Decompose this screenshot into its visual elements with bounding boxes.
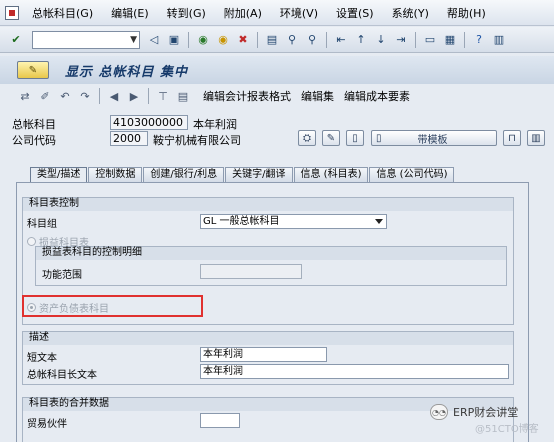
enter-icon[interactable]: ✔ [8, 32, 24, 48]
other-object-icon[interactable]: ⇄ [17, 88, 33, 104]
save-icon[interactable]: ▣ [166, 32, 182, 48]
toolbar-separator [188, 31, 189, 48]
watermark-faint-text: @51CTO博客 [475, 424, 539, 435]
document-icon[interactable]: ▤ [175, 88, 191, 104]
exit-icon[interactable]: ◉ [215, 32, 231, 48]
blank-page-icon: ▯ [352, 132, 358, 144]
toolbar-separator [326, 31, 327, 48]
find-icon[interactable]: ⚲ [284, 32, 300, 48]
sap-menu-icon[interactable] [5, 5, 19, 20]
wechat-icon: ◔◔ [430, 404, 448, 420]
back-arrow-icon[interactable]: ◁ [146, 32, 162, 48]
gl-account-description: 本年利润 [193, 118, 237, 131]
prev-page-icon[interactable]: ↑ [353, 32, 369, 48]
edit-set-button[interactable]: 编辑集 [301, 88, 334, 104]
create-button[interactable]: ▯ [346, 130, 364, 146]
watermark: ◔◔ ERP财会讲堂 [430, 404, 518, 420]
long-text-field[interactable]: 本年利润 [200, 364, 509, 379]
trash-icon: ▥ [531, 132, 541, 144]
standard-toolbar: ✔ ▼ ◁ ▣ ◉ ◉ ✖ ▤ ⚲ ⚲ ⇤ ↑ ↓ ⇥ ▭ ▦ ? ▥ [0, 27, 554, 53]
company-code-label: 公司代码 [12, 134, 56, 147]
print-icon[interactable]: ▤ [264, 32, 280, 48]
description-group-title: 描述 [23, 332, 513, 345]
dropdown-arrow-icon[interactable] [375, 219, 383, 224]
page-title: 显示 总帐科目 集中 [65, 64, 189, 80]
next-icon[interactable]: ▶ [126, 88, 142, 104]
menu-goto[interactable]: 转到(G) [158, 5, 215, 21]
tab-info-company-code[interactable]: 信息 (公司代码) [369, 167, 455, 182]
gl-account-field[interactable]: 4103000000 [110, 115, 188, 130]
functional-area-field[interactable] [200, 264, 302, 279]
menu-help[interactable]: 帮助(H) [438, 5, 495, 21]
toolbar-separator [464, 31, 465, 48]
tab-strip: 类型/描述 控制数据 创建/银行/利息 关键字/翻译 信息 (科目表) 信息 (… [30, 167, 455, 182]
previous-entry-icon[interactable]: ↶ [57, 88, 73, 104]
functional-area-label: 功能范围 [42, 270, 82, 281]
edit-report-format-button[interactable]: 编辑会计报表格式 [203, 88, 291, 104]
toolbar-separator [257, 31, 258, 48]
lock-button[interactable]: ⊓ [503, 130, 521, 146]
account-group-value: GL 一般总帐科目 [203, 216, 280, 227]
menu-bar: 总帐科目(G) 编辑(E) 转到(G) 附加(A) 环境(V) 设置(S) 系统… [0, 0, 554, 26]
menu-environment[interactable]: 环境(V) [271, 5, 327, 21]
lock-icon: ⊓ [508, 132, 516, 144]
edit-cost-element-button[interactable]: 编辑成本要素 [344, 88, 410, 104]
application-toolbar: ⇄ ✐ ↶ ↷ ◀ ▶ ⊤ ▤ 编辑会计报表格式 编辑集 编辑成本要素 [0, 85, 554, 107]
next-page-icon[interactable]: ↓ [373, 32, 389, 48]
previous-icon[interactable]: ◀ [106, 88, 122, 104]
pencil-icon: ✎ [326, 132, 336, 144]
coa-control-group-title: 科目表控制 [23, 198, 513, 211]
trading-partner-label: 贸易伙伴 [27, 419, 67, 430]
gl-account-label: 总帐科目 [12, 118, 56, 131]
handshake-icon: ⛭ [303, 132, 311, 144]
toolbar-separator [99, 88, 100, 104]
radio-button-icon[interactable] [27, 237, 36, 246]
back-icon[interactable]: ◉ [195, 32, 211, 48]
short-text-label: 短文本 [27, 353, 57, 364]
menu-settings[interactable]: 设置(S) [327, 5, 383, 21]
watermark-text: ERP财会讲堂 [453, 406, 519, 419]
long-text-label: 总帐科目长文本 [27, 370, 97, 381]
menu-edit[interactable]: 编辑(E) [102, 5, 158, 21]
tab-info-chart-of-accounts[interactable]: 信息 (科目表) [293, 167, 369, 182]
where-used-icon[interactable]: ⊤ [155, 88, 171, 104]
account-group-select[interactable]: GL 一般总帐科目 [200, 214, 387, 229]
tab-type-description[interactable]: 类型/描述 [30, 167, 88, 182]
shortcut-icon[interactable]: ▦ [442, 32, 458, 48]
tab-create-bank-interest[interactable]: 创建/银行/利息 [143, 167, 225, 182]
command-field-dropdown-icon[interactable]: ▼ [130, 35, 137, 45]
help-icon[interactable]: ? [471, 32, 487, 48]
next-entry-icon[interactable]: ↷ [77, 88, 93, 104]
trading-partner-field[interactable] [200, 413, 240, 428]
with-template-button-label: 带模板 [417, 134, 448, 146]
tab-control-data[interactable]: 控制数据 [88, 167, 143, 182]
last-page-icon[interactable]: ⇥ [393, 32, 409, 48]
with-template-button[interactable]: ▯ 带模板 [371, 130, 497, 146]
pl-detail-title: 损益表科目的控制明细 [36, 247, 506, 260]
toolbar-separator [148, 88, 149, 104]
edit-button[interactable]: ✎ [322, 130, 340, 146]
menu-system[interactable]: 系统(Y) [383, 5, 438, 21]
layout-icon[interactable]: ▥ [491, 32, 507, 48]
account-group-label: 科目组 [27, 219, 57, 230]
screen-title-bar: ✎ 显示 总帐科目 集中 [0, 56, 554, 84]
template-page-icon: ▯ [376, 132, 382, 144]
company-name: 鞍宁机械有限公司 [153, 134, 241, 147]
display-change-icon[interactable]: ✐ [37, 88, 53, 104]
display-mode-icon[interactable]: ✎ [17, 61, 49, 79]
short-text-field[interactable]: 本年利润 [200, 347, 327, 362]
menu-gl-account[interactable]: 总帐科目(G) [23, 5, 102, 21]
first-page-icon[interactable]: ⇤ [333, 32, 349, 48]
highlight-annotation-box [22, 295, 203, 317]
menu-extras[interactable]: 附加(A) [215, 5, 271, 21]
delete-button[interactable]: ▥ [527, 130, 545, 146]
toolbar-separator [415, 31, 416, 48]
company-code-field[interactable]: 2000 [110, 131, 148, 146]
tab-keyword-translation[interactable]: 关键字/翻译 [225, 167, 293, 182]
command-field[interactable]: ▼ [32, 30, 140, 49]
handshake-button[interactable]: ⛭ [298, 130, 316, 146]
cancel-icon[interactable]: ✖ [235, 32, 251, 48]
new-session-icon[interactable]: ▭ [422, 32, 438, 48]
find-next-icon[interactable]: ⚲ [304, 32, 320, 48]
